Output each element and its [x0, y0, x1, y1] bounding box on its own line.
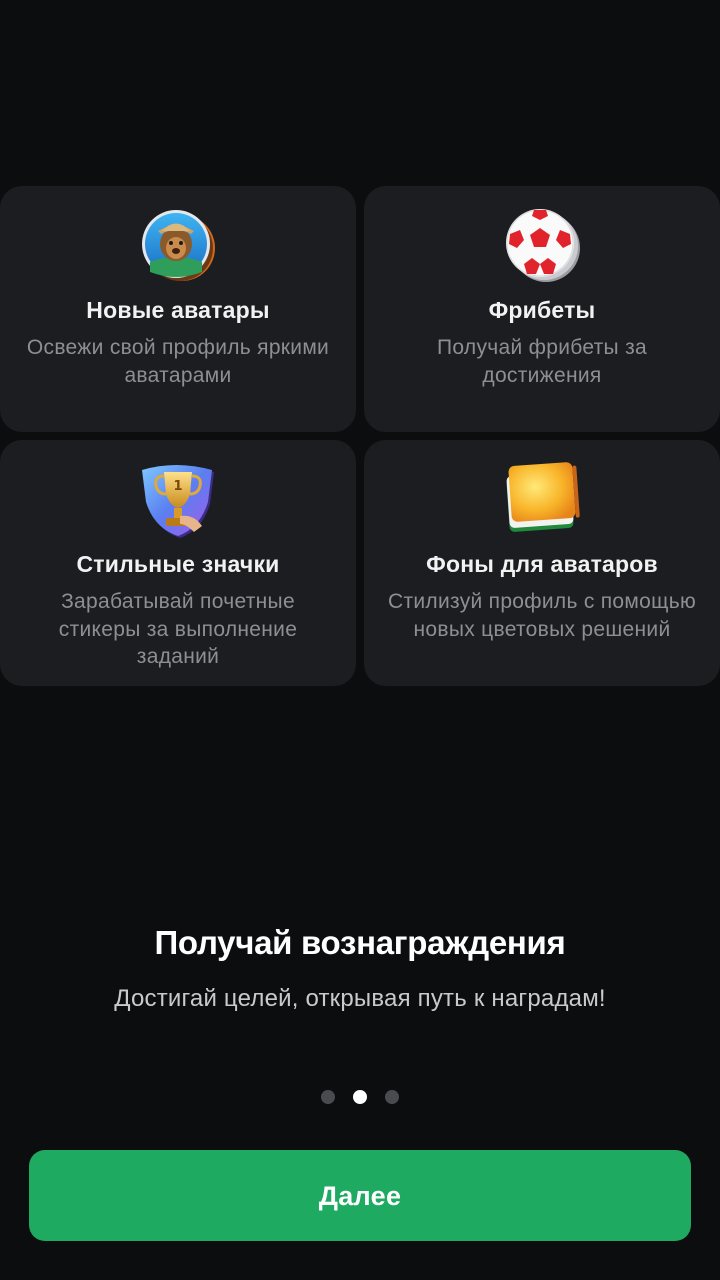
page-dot-active[interactable]	[353, 1090, 367, 1104]
feature-description: Получай фрибеты за достижения	[437, 336, 647, 387]
feature-card-badges: 1 Стильные значки Зарабатывай почетные с…	[0, 440, 356, 686]
onboarding-headline: Получай вознаграждения	[154, 924, 566, 961]
feature-title: Фрибеты	[488, 297, 596, 323]
feature-title: Стильные значки	[76, 551, 280, 577]
soccer-ball-coin-icon	[506, 209, 580, 282]
onboarding-subline: Достигай целей, открывая путь к наградам…	[114, 985, 606, 1012]
feature-description: Освежи свой профиль яркими аватарами	[26, 336, 330, 387]
feature-card-freebets: Фрибеты Получай фрибеты за достижения	[364, 186, 720, 432]
svg-text:1: 1	[173, 479, 182, 494]
page-dot[interactable]	[321, 1090, 335, 1104]
onboarding-screen: Новые аватары Освежи свой профиль яркими…	[0, 0, 720, 1280]
feature-description: Стилизуй профиль с помощью новых цветовы…	[388, 590, 696, 641]
page-dot[interactable]	[385, 1090, 399, 1104]
page-indicator	[0, 1090, 720, 1104]
feature-card-avatars: Новые аватары Освежи свой профиль яркими…	[0, 186, 356, 432]
feature-card-backgrounds: Фоны для аватаров Стилизуй профиль с пом…	[364, 440, 720, 686]
lion-avatar-icon	[142, 210, 215, 281]
next-button[interactable]: Далее	[29, 1150, 691, 1241]
feature-description: Зарабатывай почетные стикеры за выполнен…	[58, 590, 298, 668]
feature-title: Фоны для аватаров	[426, 551, 658, 577]
feature-title: Новые аватары	[86, 297, 270, 323]
color-swatch-stack-icon	[506, 462, 580, 532]
trophy-badge-icon: 1	[142, 465, 214, 538]
